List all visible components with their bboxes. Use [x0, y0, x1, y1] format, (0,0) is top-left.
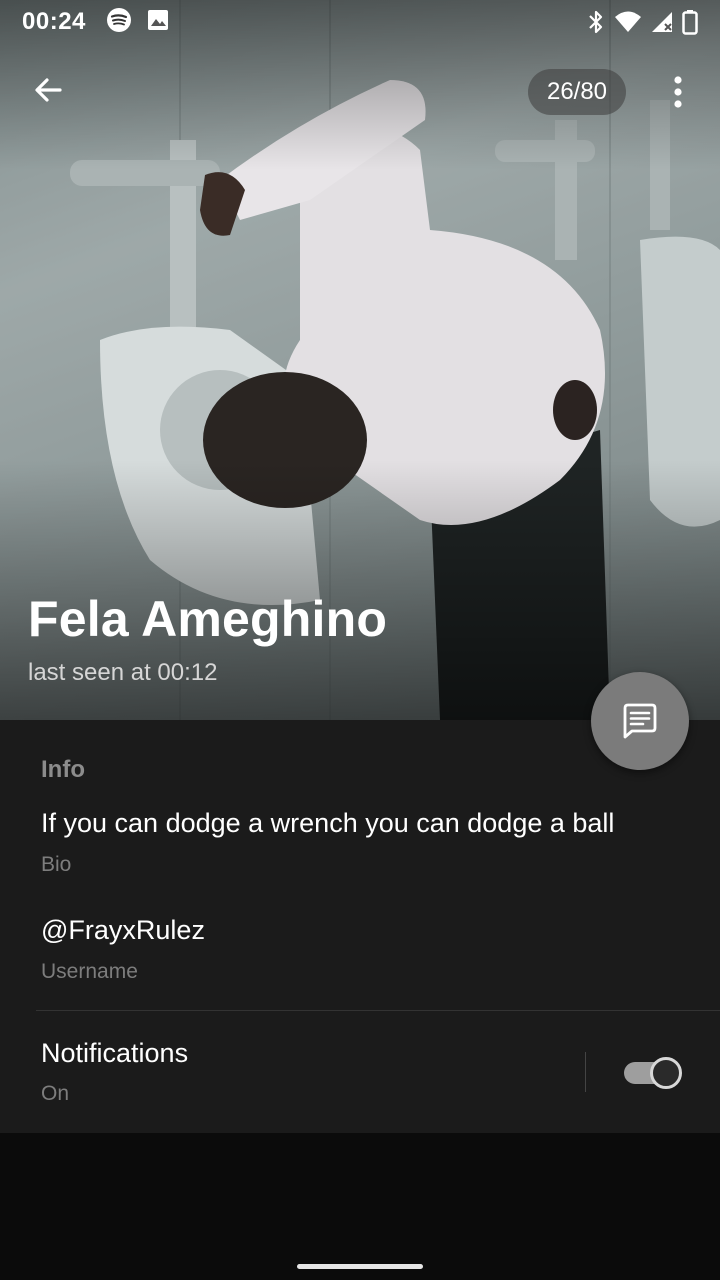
send-message-button[interactable]	[591, 672, 689, 770]
username-text: @FrayxRulez	[41, 915, 205, 945]
home-indicator[interactable]	[297, 1264, 423, 1269]
back-button[interactable]	[24, 66, 72, 114]
image-icon	[146, 8, 170, 37]
username-label: Username	[41, 960, 138, 983]
message-icon	[623, 703, 657, 739]
wifi-icon	[614, 10, 642, 34]
bio-text: If you can dodge a wrench you can dodge …	[41, 808, 615, 838]
cellular-signal-icon	[650, 10, 674, 34]
more-options-button[interactable]	[656, 66, 700, 118]
notifications-toggle[interactable]	[622, 1054, 684, 1090]
notification-icons	[106, 7, 170, 38]
profile-name: Fela Ameghino	[28, 591, 388, 647]
section-divider	[36, 1010, 720, 1011]
toggle-separator	[585, 1052, 586, 1092]
navigation-bar	[0, 1133, 720, 1280]
status-bar: 00:24	[0, 0, 720, 44]
battery-icon	[682, 9, 698, 35]
photo-counter: 26/80	[528, 69, 626, 115]
toggle-thumb	[650, 1057, 682, 1089]
arrow-left-icon	[35, 78, 62, 102]
more-vertical-icon	[674, 76, 682, 108]
notifications-title: Notifications	[41, 1038, 189, 1068]
notifications-status: On	[41, 1082, 70, 1105]
last-seen-status: last seen at 00:12	[28, 659, 218, 686]
system-icons	[586, 9, 698, 35]
info-panel: Info If you can dodge a wrench you can d…	[0, 720, 720, 1133]
spotify-icon	[106, 7, 132, 38]
bio-label: Bio	[41, 853, 72, 876]
info-section-title: Info	[41, 756, 85, 783]
bluetooth-icon	[586, 9, 606, 35]
status-time: 00:24	[22, 8, 86, 35]
